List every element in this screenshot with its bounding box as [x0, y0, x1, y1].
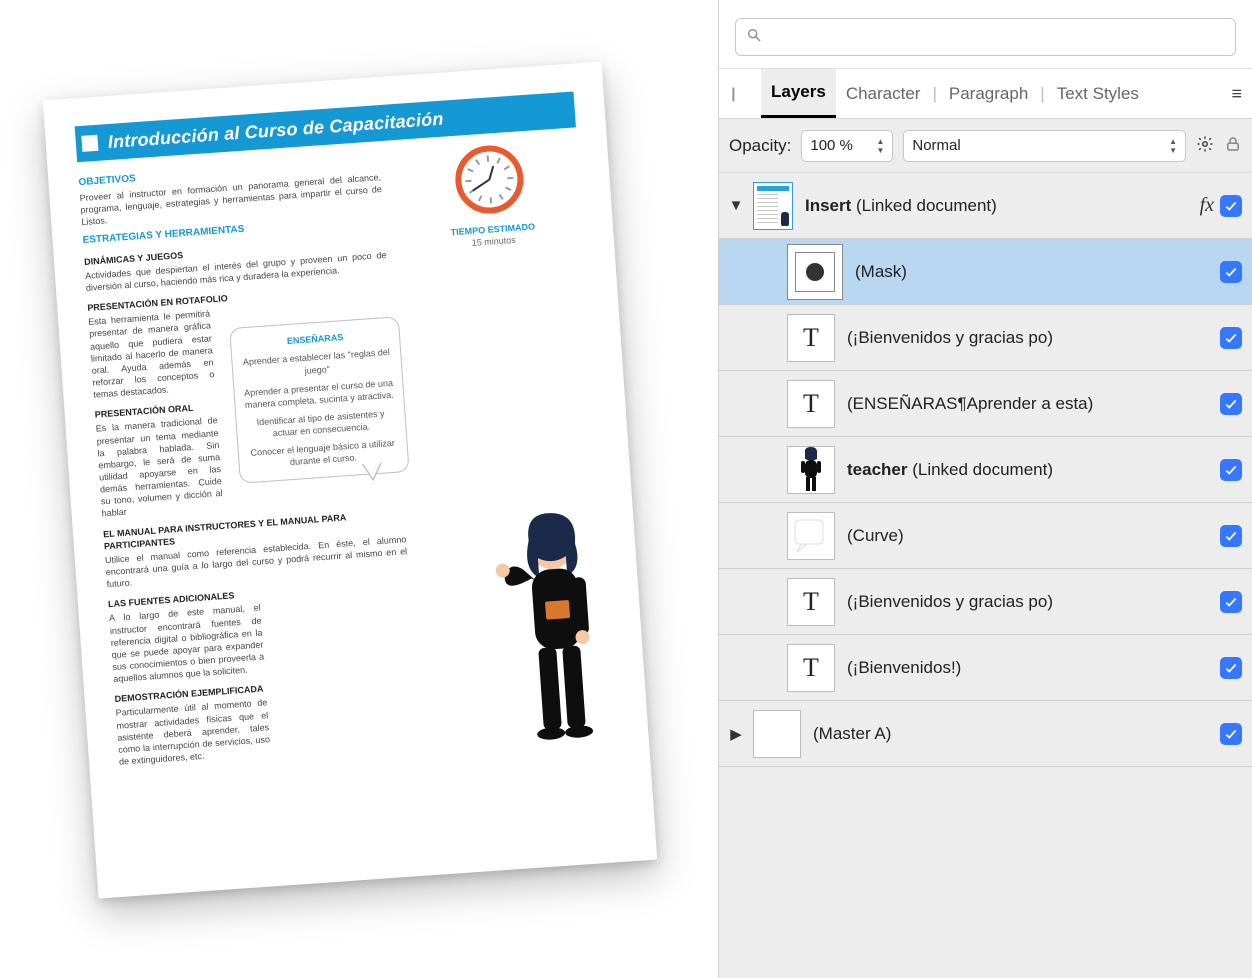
doc-right-column: TIEMPO ESTIMADO 15 minutos ENSEÑARAS Apr…	[397, 136, 618, 746]
bubble-line-3: Identificar al tipo de asistentes y actu…	[244, 407, 397, 442]
layer-thumb-doc	[753, 182, 793, 230]
layer-thumb-blank	[753, 710, 801, 758]
layer-row[interactable]: ▶ (Curve)	[719, 503, 1252, 569]
layer-thumb-teacher	[787, 446, 835, 494]
expand-arrow: ▶	[719, 593, 753, 611]
opacity-field[interactable]: 100 % ▲▼	[801, 130, 893, 162]
visibility-checkbox[interactable]	[1220, 393, 1242, 415]
visibility-checkbox[interactable]	[1220, 657, 1242, 679]
studio-panel: || Layers Character | Paragraph | Text S…	[718, 0, 1252, 978]
visibility-checkbox[interactable]	[1220, 195, 1242, 217]
document-canvas[interactable]: Introducción al Curso de Capacitación OB…	[0, 0, 718, 978]
layer-row[interactable]: ▶ (Master A)	[719, 701, 1252, 767]
layer-name: (Master A)	[813, 724, 1220, 744]
tab-paragraph[interactable]: Paragraph	[939, 69, 1038, 118]
fx-icon[interactable]: fx	[1200, 194, 1214, 217]
clock-icon	[453, 144, 526, 217]
layer-thumb-mask	[787, 244, 843, 300]
tab-character[interactable]: Character	[836, 69, 931, 118]
layer-row[interactable]: ▶ T (¡Bienvenidos!)	[719, 635, 1252, 701]
gear-icon[interactable]	[1196, 135, 1214, 157]
expand-arrow: ▶	[719, 329, 753, 347]
layer-thumb-text: T	[787, 578, 835, 626]
search-field[interactable]	[735, 18, 1236, 56]
layer-row[interactable]: ▼ Insert (Linked document)fx	[719, 173, 1252, 239]
search-bar	[719, 0, 1252, 69]
layer-thumb-text: T	[787, 380, 835, 428]
speech-bubble: ENSEÑARAS Aprender a establecer las "reg…	[229, 317, 409, 484]
expand-arrow: ▶	[719, 263, 753, 281]
blend-mode-field[interactable]: Normal ▲▼	[903, 130, 1186, 162]
bubble-line-1: Aprender a establecer las "reglas del ju…	[240, 346, 393, 381]
expand-arrow: ▶	[719, 461, 753, 479]
layer-name: (ENSEÑARAS¶Aprender a esta)	[847, 394, 1220, 414]
layer-name: teacher (Linked document)	[847, 460, 1220, 480]
teacher-illustration	[479, 503, 625, 751]
layer-row[interactable]: ▶ (Mask)	[719, 239, 1252, 305]
expand-arrow[interactable]: ▼	[719, 197, 753, 214]
expand-arrow: ▶	[719, 659, 753, 677]
opacity-value: 100 %	[810, 137, 853, 154]
blend-mode-value: Normal	[912, 137, 960, 154]
document-page: Introducción al Curso de Capacitación OB…	[43, 61, 657, 898]
layer-row[interactable]: ▶ T (ENSEÑARAS¶Aprender a esta)	[719, 371, 1252, 437]
layer-row[interactable]: ▶ T (¡Bienvenidos y gracias po)	[719, 569, 1252, 635]
opacity-label: Opacity:	[729, 136, 791, 156]
tab-divider: |	[932, 84, 936, 104]
search-input[interactable]	[768, 28, 1225, 47]
panel-drag-handle[interactable]: ||	[731, 85, 733, 102]
layer-thumb-curve	[787, 512, 835, 560]
visibility-checkbox[interactable]	[1220, 459, 1242, 481]
layer-row[interactable]: ▶ T (¡Bienvenidos y gracias po)	[719, 305, 1252, 371]
expand-arrow: ▶	[719, 527, 753, 545]
layers-list[interactable]: ▼ Insert (Linked document)fx ▶ (Mask) ▶ T (¡Bi…	[719, 173, 1252, 978]
opacity-row: Opacity: 100 % ▲▼ Normal ▲▼	[719, 119, 1252, 173]
panel-menu-icon[interactable]: ≡	[1231, 83, 1242, 104]
layer-name: (¡Bienvenidos y gracias po)	[847, 592, 1220, 612]
visibility-checkbox[interactable]	[1220, 591, 1242, 613]
expand-arrow[interactable]: ▶	[719, 725, 753, 743]
expand-arrow: ▶	[719, 395, 753, 413]
lock-icon[interactable]	[1224, 135, 1242, 157]
page-title: Introducción al Curso de Capacitación	[107, 107, 444, 155]
tab-divider: |	[1040, 84, 1044, 104]
layer-thumb-text: T	[787, 644, 835, 692]
visibility-checkbox[interactable]	[1220, 723, 1242, 745]
layer-name: Insert (Linked document)	[805, 196, 1200, 216]
visibility-checkbox[interactable]	[1220, 327, 1242, 349]
layer-thumb-text: T	[787, 314, 835, 362]
tab-layers[interactable]: Layers	[761, 69, 836, 118]
tab-text-styles[interactable]: Text Styles	[1047, 69, 1149, 118]
layer-row[interactable]: ▶ teacher (Linked document)	[719, 437, 1252, 503]
visibility-checkbox[interactable]	[1220, 261, 1242, 283]
search-icon	[746, 27, 762, 47]
panel-tabs: || Layers Character | Paragraph | Text S…	[719, 69, 1252, 119]
layer-name: (Mask)	[855, 262, 1220, 282]
layer-name: (¡Bienvenidos y gracias po)	[847, 328, 1220, 348]
layer-name: (Curve)	[847, 526, 1220, 546]
bubble-line-2: Aprender a presentar el curso de una man…	[242, 376, 395, 411]
blend-stepper[interactable]: ▲▼	[1169, 137, 1177, 155]
title-square	[81, 135, 98, 152]
layer-name: (¡Bienvenidos!)	[847, 658, 1220, 678]
visibility-checkbox[interactable]	[1220, 525, 1242, 547]
opacity-stepper[interactable]: ▲▼	[876, 137, 884, 155]
